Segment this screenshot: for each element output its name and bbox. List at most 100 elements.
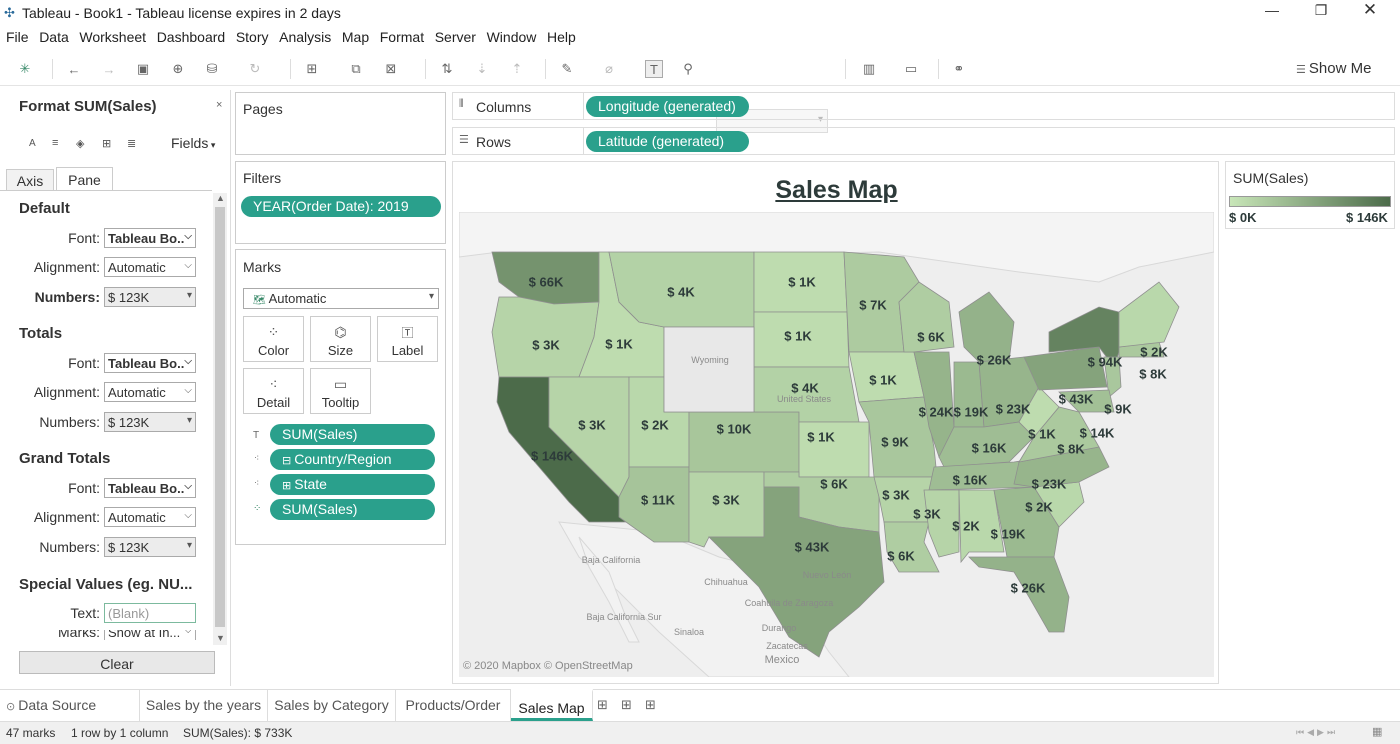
- tab-data-source[interactable]: ⊙ Data Source: [0, 689, 140, 721]
- menu-data[interactable]: Data: [39, 26, 69, 45]
- fields-dropdown[interactable]: Fields ▾: [171, 135, 215, 151]
- undo-icon[interactable]: ←: [65, 60, 83, 78]
- special-marks-select[interactable]: Show at In... ⌵: [104, 630, 196, 640]
- show-hide-cards-icon[interactable]: ▥: [858, 60, 880, 78]
- color-icon: ⁘: [267, 324, 280, 340]
- color-button[interactable]: ⁘ Color: [243, 316, 304, 362]
- tooltip-button[interactable]: ▭ Tooltip: [310, 368, 371, 414]
- mark-type-select[interactable]: 🗺 Automatic ▾: [243, 288, 439, 309]
- totals-numbers-select[interactable]: $ 123K ▾: [104, 412, 196, 432]
- fix-axes-icon[interactable]: ⚲: [679, 60, 697, 78]
- close-format-icon[interactable]: ×: [216, 99, 222, 111]
- alignment-tab-icon[interactable]: ≡: [52, 137, 58, 149]
- swap-rows-columns-icon[interactable]: ⇅: [438, 60, 456, 78]
- format-scrollbar[interactable]: ▲ ▼: [213, 193, 227, 645]
- chevron-down-icon: ⌵: [184, 510, 192, 521]
- columns-shelf[interactable]: ⫴ Columns Longitude (generated): [452, 92, 1395, 120]
- rows-shelf[interactable]: ☰ Rows Latitude (generated): [452, 127, 1395, 155]
- status-marks: 47 marks: [6, 726, 56, 740]
- menu-map[interactable]: Map: [342, 26, 369, 45]
- menu-dashboard[interactable]: Dashboard: [157, 26, 226, 45]
- tab-sales-by-years[interactable]: Sales by the years: [140, 689, 268, 721]
- share-icon[interactable]: ⚭: [950, 60, 968, 78]
- size-button[interactable]: ⌬ Size: [310, 316, 371, 362]
- chevron-down-icon: ▾: [186, 540, 192, 551]
- totals-alignment-select[interactable]: Automatic ⌵: [104, 382, 196, 402]
- lines-tab-icon[interactable]: ≣: [127, 137, 136, 150]
- duplicate-sheet-icon[interactable]: ⧉: [347, 60, 365, 78]
- default-alignment-select[interactable]: Automatic ⌵: [104, 257, 196, 277]
- minimize-icon[interactable]: —: [1257, 2, 1287, 18]
- menu-server[interactable]: Server: [435, 26, 476, 45]
- default-font-select[interactable]: Tableau Bo.. ⌵: [104, 228, 196, 248]
- menu-analysis[interactable]: Analysis: [279, 26, 331, 45]
- new-worksheet-icon[interactable]: ⊞: [597, 697, 608, 713]
- marks-field-sum-sales-label[interactable]: SUM(Sales): [270, 424, 435, 445]
- alignment-label: Alignment:: [33, 259, 100, 275]
- special-text-input[interactable]: (Blank): [104, 603, 196, 623]
- close-icon[interactable]: ✕: [1355, 0, 1385, 20]
- maximize-icon[interactable]: ❐: [1306, 2, 1336, 19]
- pause-updates-icon[interactable]: ⛁: [203, 60, 221, 78]
- new-dashboard-icon[interactable]: ⊞: [621, 697, 632, 713]
- menu-format[interactable]: Format: [380, 26, 424, 45]
- refresh-icon[interactable]: ↻: [246, 60, 264, 78]
- base-label-united-states: United States: [776, 394, 832, 404]
- save-icon[interactable]: ▣: [134, 60, 152, 78]
- shading-tab-icon[interactable]: ◈: [76, 137, 84, 150]
- new-story-icon[interactable]: ⊞: [645, 697, 656, 713]
- menu-worksheet[interactable]: Worksheet: [79, 26, 146, 45]
- sort-ascending-icon[interactable]: ⇣: [473, 60, 491, 78]
- clear-button[interactable]: Clear: [19, 651, 215, 674]
- highlight-icon[interactable]: ✎: [558, 60, 576, 78]
- menu-window[interactable]: Window: [487, 26, 537, 45]
- menu-file[interactable]: File: [6, 26, 29, 45]
- detail-button[interactable]: ⁖ Detail: [243, 368, 304, 414]
- scroll-up-icon[interactable]: ▲: [216, 193, 225, 203]
- new-data-source-icon[interactable]: ⊕: [169, 60, 187, 78]
- tab-sales-map[interactable]: Sales Map: [511, 689, 593, 721]
- borders-tab-icon[interactable]: ⊞: [102, 137, 111, 150]
- show-mark-labels-icon[interactable]: T: [645, 60, 663, 78]
- redo-icon[interactable]: →: [100, 60, 118, 78]
- show-me-button[interactable]: ☰ Show Me: [1296, 60, 1371, 77]
- filter-pill-year[interactable]: YEAR(Order Date): 2019: [241, 196, 441, 217]
- marks-field-country-region[interactable]: ⊟ Country/Region: [270, 449, 435, 470]
- new-worksheet-icon[interactable]: ⊞: [303, 60, 321, 78]
- menu-story[interactable]: Story: [236, 26, 269, 45]
- tab-products-order[interactable]: Products/Order: [396, 689, 511, 721]
- latitude-pill[interactable]: Latitude (generated): [586, 131, 749, 152]
- default-numbers-select[interactable]: $ 123K ▾: [104, 287, 196, 307]
- start-page-icon[interactable]: ✳: [16, 60, 34, 78]
- map-area[interactable]: $ 66K $ 3K $ 146K $ 1K $ 3K $ 4K $ 2K $ 11K $ 10…: [459, 212, 1214, 677]
- section-grand-totals-heading: Grand Totals: [19, 450, 111, 467]
- grand-totals-alignment-select[interactable]: Automatic ⌵: [104, 507, 196, 527]
- label-button[interactable]: 🅃 Label: [377, 316, 438, 362]
- group-members-icon[interactable]: ⌀: [600, 60, 618, 78]
- color-field-icon: ⁘: [253, 503, 262, 514]
- status-nav-icons[interactable]: ⏮◀▶⏭: [1296, 727, 1338, 738]
- worksheet-view: Sales Map $ 66K $ 3K $ 146K $ 1K $ 3K $ 4K $ 2…: [452, 161, 1219, 684]
- tab-pane[interactable]: Pane: [56, 167, 113, 191]
- marks-field-state[interactable]: ⊞ State: [270, 474, 435, 495]
- base-labels-layer: Wyoming Baja California Chihuahua Coahuila …: [459, 212, 1214, 677]
- presentation-mode-icon[interactable]: ▭: [902, 60, 920, 78]
- base-label-coahuila-de-zaragoza: Coahuila de Zaragoza: [744, 598, 834, 608]
- menu-help[interactable]: Help: [547, 26, 576, 45]
- clear-sheet-icon[interactable]: ⊠: [382, 60, 400, 78]
- totals-font-select[interactable]: Tableau Bo.. ⌵: [104, 353, 196, 373]
- grand-totals-font-select[interactable]: Tableau Bo.. ⌵: [104, 478, 196, 498]
- font-label: Font:: [68, 480, 100, 496]
- scroll-down-icon[interactable]: ▼: [216, 633, 225, 643]
- tab-sales-by-category[interactable]: Sales by Category: [268, 689, 396, 721]
- sort-descending-icon[interactable]: ⇡: [508, 60, 526, 78]
- tab-axis[interactable]: Axis: [6, 169, 54, 191]
- longitude-pill[interactable]: Longitude (generated): [586, 96, 749, 117]
- base-label-nuevo-le-n: Nuevo León: [802, 570, 852, 580]
- marks-field-sum-sales-color[interactable]: SUM(Sales): [270, 499, 435, 520]
- scrollbar-thumb[interactable]: [215, 207, 225, 627]
- chevron-down-icon: ▾: [186, 290, 192, 301]
- grand-totals-numbers-select[interactable]: $ 123K ▾: [104, 537, 196, 557]
- status-grid-icon[interactable]: ▦: [1372, 725, 1382, 738]
- font-tab-icon[interactable]: A: [29, 138, 36, 149]
